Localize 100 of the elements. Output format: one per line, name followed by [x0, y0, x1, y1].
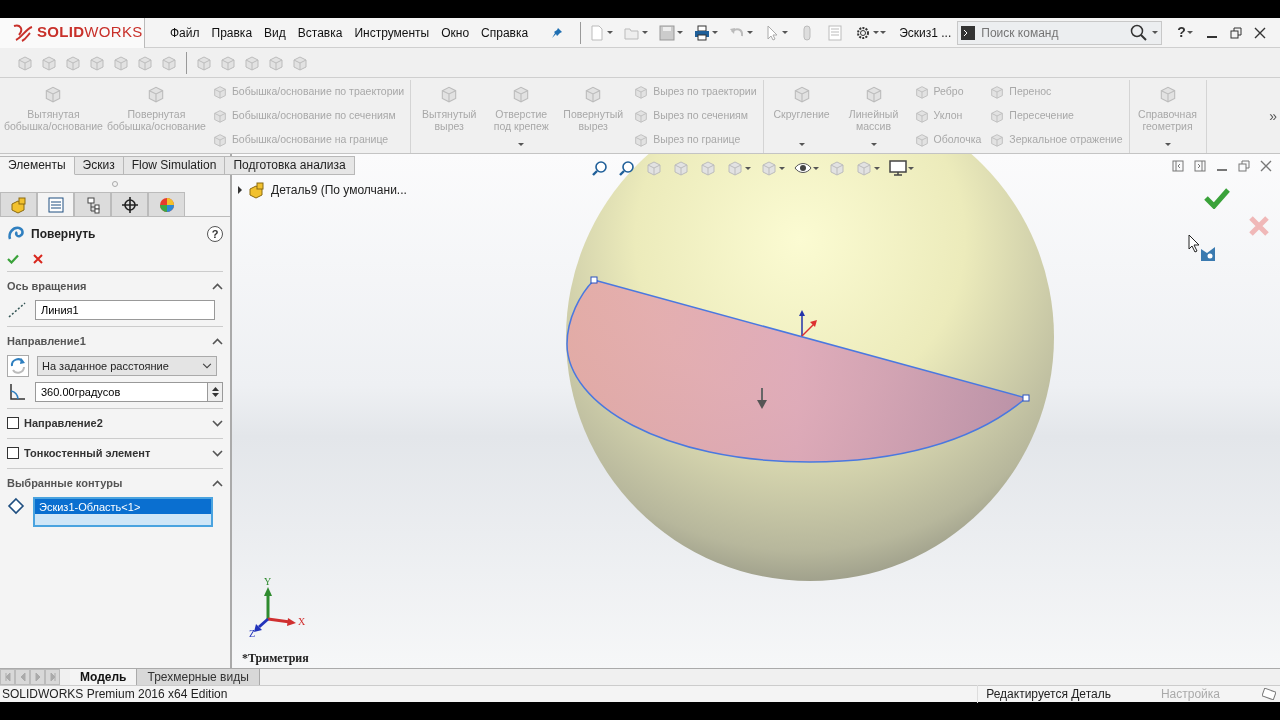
checkbox[interactable] [7, 447, 19, 459]
origin-arrows-icon [799, 310, 817, 337]
tab-scroll-button[interactable] [0, 669, 15, 685]
tab-scroll-button[interactable] [15, 669, 30, 685]
circular-arrows-icon [8, 356, 28, 376]
tab[interactable]: Трехмерные виды [137, 669, 260, 685]
blocks-icon [9, 195, 28, 214]
overflow-button[interactable]: » [1266, 106, 1280, 127]
section-title: Ось вращения [7, 278, 88, 294]
monitor-icon [889, 159, 907, 177]
ds-logo-icon [12, 22, 34, 43]
reverse-direction-button[interactable] [7, 355, 29, 377]
tab[interactable]: Подготовка анализа [225, 156, 355, 175]
cube-icon [672, 159, 690, 177]
section-title: Выбранные контуры [7, 475, 124, 491]
cube-icon [211, 108, 228, 124]
cube-icon [989, 84, 1006, 100]
menu-item[interactable]: Правка [205, 23, 259, 42]
restore-icon[interactable] [1238, 160, 1250, 172]
list-icon [826, 23, 845, 42]
menu-item[interactable]: Инструменты [348, 23, 436, 42]
right-triangle-icon [237, 186, 243, 194]
view-toolbar-button[interactable] [886, 159, 917, 177]
status-text: Редактируется Деталь [977, 685, 1119, 703]
tab[interactable]: Эскиз [74, 156, 124, 175]
collapse-button[interactable] [212, 282, 223, 290]
diamond-icon [7, 497, 25, 515]
tab-scroll-button[interactable] [30, 669, 45, 685]
up-down-arrows-icon [211, 386, 219, 398]
panel-tab[interactable] [74, 192, 111, 216]
terminal-icon [961, 25, 976, 40]
expand-button[interactable] [212, 449, 223, 457]
menu-item[interactable]: Вставка [291, 23, 349, 42]
panel-tab[interactable] [111, 192, 148, 216]
printer-icon [693, 23, 712, 42]
cube-icon [913, 132, 930, 148]
caret-icon [813, 166, 819, 170]
magnifier-icon [591, 159, 609, 177]
axis-field[interactable]: Линия1 [35, 300, 215, 320]
checkmark-icon[interactable] [1204, 187, 1230, 209]
help-button[interactable]: ? [1174, 22, 1196, 43]
chevron-down-icon [202, 363, 212, 369]
chevron-down-icon [212, 449, 223, 457]
search-field[interactable]: Поиск команд [957, 20, 1163, 45]
caret-icon [782, 31, 789, 34]
close-icon [33, 254, 43, 264]
chevron-up-icon [212, 282, 223, 290]
menu-item[interactable]: Окно [435, 23, 476, 42]
status-text: Настройка [1159, 686, 1221, 703]
left-pane-icon[interactable] [1172, 160, 1184, 172]
help-button[interactable]: ? [207, 226, 223, 242]
cursor-icon [1187, 233, 1217, 263]
caret-icon [1186, 31, 1193, 34]
menu-item[interactable]: Справка [475, 23, 535, 42]
pull-arrow-icon [757, 387, 767, 409]
angle-icon [7, 382, 27, 402]
cube-icon [913, 84, 930, 100]
right-pane-icon[interactable] [1194, 160, 1206, 172]
caret-icon [607, 31, 614, 34]
tab[interactable]: Модель [70, 669, 138, 685]
tree-item[interactable]: Деталь9 (По умолчани... [271, 181, 407, 199]
document-title: Эскиз1 ... [898, 24, 953, 42]
tab[interactable]: Flow Simulation [123, 156, 226, 175]
search-input[interactable]: Поиск команд [979, 22, 1127, 43]
logo-text: SOLIDWORKS [37, 22, 143, 43]
cube-icon [645, 159, 663, 177]
cube-icon [726, 159, 744, 177]
cube-icon [633, 108, 650, 124]
contours-list[interactable]: Эскиз1-Область<1> [33, 497, 213, 527]
restore-icon[interactable] [1229, 26, 1242, 39]
axis-triad-drawing [254, 587, 296, 632]
triangle-icon [49, 672, 56, 682]
blocks-icon [248, 181, 266, 199]
cube-icon [855, 159, 873, 177]
axis-label: Z [249, 627, 256, 641]
angle-field[interactable]: 360.00градусов [35, 382, 208, 402]
ok-button[interactable] [7, 254, 19, 264]
collapse-button[interactable] [212, 479, 223, 487]
cube-icon [699, 159, 717, 177]
checkmark-icon [7, 254, 19, 264]
chevron-down-icon [212, 419, 223, 427]
tab[interactable]: Элементы [0, 156, 75, 175]
expand-button[interactable] [212, 419, 223, 427]
end-condition-dropdown[interactable]: На заданное расстояние [37, 356, 217, 376]
caret-icon [874, 166, 880, 170]
menu-item[interactable]: Вид [258, 23, 292, 42]
color-ball-icon [157, 195, 176, 214]
menu-item[interactable]: Файл [164, 23, 206, 42]
axis-label: Y [264, 575, 272, 589]
expand-button[interactable] [237, 186, 243, 194]
cancel-button[interactable] [33, 254, 43, 264]
checkbox[interactable] [7, 417, 19, 429]
triangle-icon [4, 672, 11, 682]
list-item[interactable]: Эскиз1-Область<1> [35, 499, 211, 514]
section-title: Направление2 [24, 415, 104, 431]
magnifier-icon [618, 159, 636, 177]
close-icon[interactable] [1253, 26, 1266, 39]
cube-icon [211, 84, 228, 100]
tab-scroll-button[interactable] [45, 669, 60, 685]
collapse-button[interactable] [212, 337, 223, 345]
